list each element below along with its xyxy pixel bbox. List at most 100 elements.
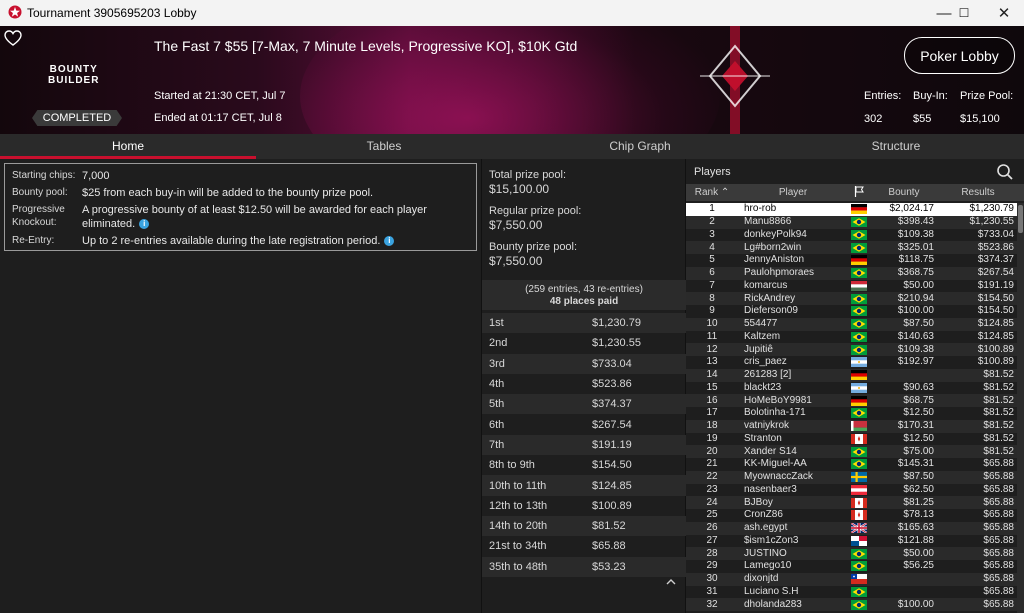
- payout-row: 2nd $1,230.55: [482, 333, 686, 353]
- player-row[interactable]: 32 dholanda283 $100.00 $65.88: [686, 598, 1018, 611]
- entries-line: (259 entries, 43 re-entries): [525, 284, 643, 295]
- player-row[interactable]: 6 Paulohpmoraes $368.75 $267.54: [686, 266, 1018, 280]
- player-bounty: $87.50: [903, 471, 934, 483]
- player-bounty: $368.75: [897, 267, 934, 279]
- payout-row: 10th to 11th $124.85: [482, 475, 686, 496]
- payout-row: 1st $1,230.79: [482, 313, 686, 334]
- player-row[interactable]: 9 Dieferson09 $100.00 $154.50: [686, 305, 1018, 318]
- payout-place: 14th to 20th: [489, 520, 548, 533]
- player-rank: 21: [706, 458, 718, 470]
- favorite-heart-icon[interactable]: [4, 30, 22, 46]
- player-row[interactable]: 28 JUSTINO $50.00 $65.88: [686, 547, 1018, 560]
- player-row[interactable]: 19 Stranton $12.50 $81.52: [686, 433, 1018, 446]
- player-row[interactable]: 20 Xander S14 $75.00 $81.52: [686, 445, 1018, 458]
- player-rank: 31: [706, 585, 718, 597]
- player-flag-cell: [848, 548, 870, 559]
- player-row[interactable]: 26 ash.egypt $165.63 $65.88: [686, 521, 1018, 535]
- player-flag-cell: [848, 370, 870, 381]
- player-bounty: $210.94: [897, 292, 934, 304]
- players-scrollbar[interactable]: [1017, 203, 1024, 613]
- player-result: $124.85: [977, 330, 1014, 342]
- player-row[interactable]: 24 BJBoy $81.25 $65.88: [686, 496, 1018, 509]
- player-row[interactable]: 29 Lamego10 $56.25 $65.88: [686, 560, 1018, 573]
- player-row[interactable]: 12 Jupitiê $109.38 $100.89: [686, 343, 1018, 356]
- player-row[interactable]: 15 blackt23 $90.63 $81.52: [686, 382, 1018, 395]
- player-column-header[interactable]: Player: [738, 187, 848, 198]
- country-flag-icon: [851, 204, 867, 215]
- players-panel: Players Rank ⌃ Player Bounty Results 1 hr…: [686, 159, 1024, 613]
- pko-text: A progressive bounty of at least $12.50 …: [82, 204, 427, 230]
- player-row[interactable]: 16 HoMeBoY9981 $68.75 $81.52: [686, 394, 1018, 407]
- player-flag-cell: [848, 204, 870, 215]
- country-flag-icon: [851, 370, 867, 381]
- player-rank: 32: [706, 598, 718, 610]
- info-icon[interactable]: i: [384, 236, 395, 247]
- player-result: $81.52: [983, 369, 1014, 381]
- player-row[interactable]: 2 Manu8866 $398.43 $1,230.55: [686, 215, 1018, 229]
- search-icon[interactable]: [996, 163, 1014, 181]
- player-row[interactable]: 27 $ism1cZon3 $121.88 $65.88: [686, 535, 1018, 548]
- rank-column-header[interactable]: Rank ⌃: [686, 187, 738, 198]
- start-time: Started at 21:30 CET, Jul 7: [154, 90, 286, 102]
- payout-place: 12th to 13th: [489, 499, 548, 512]
- player-rank: 30: [706, 573, 718, 585]
- player-result: $65.88: [983, 585, 1014, 597]
- pko-row: Progressive Knockout: A progressive boun…: [12, 203, 469, 231]
- tab-chip-graph[interactable]: Chip Graph: [512, 134, 768, 159]
- payout-row: 3rd $733.04: [482, 353, 686, 374]
- player-row[interactable]: 3 donkeyPolk94 $109.38 $733.04: [686, 229, 1018, 242]
- player-row[interactable]: 31 Luciano S.H $65.88: [686, 586, 1018, 599]
- player-rank: 7: [709, 279, 715, 291]
- tournament-name: The Fast 7 $55 [7-Max, 7 Minute Levels, …: [154, 38, 578, 54]
- close-button[interactable]: ✕: [984, 0, 1024, 26]
- player-bounty: $50.00: [903, 279, 934, 291]
- chevron-up-icon[interactable]: [666, 578, 676, 586]
- payout-amount: $1,230.55: [592, 337, 641, 350]
- player-row[interactable]: 22 MyownaccZack $87.50 $65.88: [686, 470, 1018, 484]
- results-column-header[interactable]: Results: [938, 187, 1018, 198]
- player-rank: 17: [706, 407, 718, 419]
- buyin-value: $55: [913, 113, 932, 125]
- player-result: $81.52: [983, 420, 1014, 432]
- scrollbar-thumb[interactable]: [1018, 205, 1023, 233]
- payout-list: 1st $1,230.79 2nd $1,230.55 3rd $733.04 4th $52…: [482, 313, 686, 577]
- player-row[interactable]: 17 Bolotinha-171 $12.50 $81.52: [686, 407, 1018, 420]
- bounty-column-header[interactable]: Bounty: [870, 187, 938, 198]
- tab-home[interactable]: Home: [0, 134, 256, 159]
- player-rank: 25: [706, 509, 718, 521]
- player-row[interactable]: 30 dixonjtd $65.88: [686, 572, 1018, 586]
- poker-lobby-button[interactable]: Poker Lobby: [904, 37, 1015, 74]
- player-row[interactable]: 10 554477 $87.50 $124.85: [686, 317, 1018, 331]
- tab-tables[interactable]: Tables: [256, 134, 512, 159]
- title-bar: Tournament 3905695203 Lobby — ☐ ✕: [0, 0, 1024, 26]
- player-flag-cell: [848, 446, 870, 457]
- places-paid-line: 48 places paid: [549, 296, 619, 307]
- country-flag-icon: [851, 357, 867, 368]
- maximize-button[interactable]: ☐: [944, 0, 984, 26]
- player-row[interactable]: 18 vatniykrok $170.31 $81.52: [686, 419, 1018, 433]
- player-row[interactable]: 25 CronZ86 $78.13 $65.88: [686, 509, 1018, 522]
- player-row[interactable]: 11 Kaltzem $140.63 $124.85: [686, 331, 1018, 344]
- player-flag-cell: [848, 472, 870, 483]
- player-bounty: $118.75: [898, 254, 934, 266]
- tab-structure[interactable]: Structure: [768, 134, 1024, 159]
- info-icon[interactable]: i: [139, 219, 150, 230]
- player-row[interactable]: 14 261283 [2] $81.52: [686, 368, 1018, 382]
- player-row[interactable]: 23 nasenbaer3 $62.50 $65.88: [686, 484, 1018, 497]
- player-result: $191.19: [977, 279, 1014, 291]
- player-row[interactable]: 13 cris_paez $192.97 $100.89: [686, 356, 1018, 369]
- country-flag-icon: [851, 561, 867, 572]
- player-row[interactable]: 21 KK-Miguel-AA $145.31 $65.88: [686, 458, 1018, 471]
- flag-column-header[interactable]: [848, 185, 870, 200]
- payout-amount: $733.04: [592, 357, 632, 370]
- player-row[interactable]: 5 JennyAniston $118.75 $374.37: [686, 254, 1018, 267]
- payout-row: 7th $191.19: [482, 434, 686, 456]
- player-flag-cell: [848, 242, 870, 253]
- player-row[interactable]: 7 komarcus $50.00 $191.19: [686, 280, 1018, 293]
- player-row[interactable]: 1 hro-rob $2,024.17 $1,230.79: [686, 203, 1018, 216]
- player-result: $100.89: [977, 343, 1014, 355]
- player-row[interactable]: 4 Lg#born2win $325.01 $523.86: [686, 241, 1018, 254]
- player-row[interactable]: 8 RickAndrey $210.94 $154.50: [686, 292, 1018, 305]
- sort-ascending-icon: ⌃: [720, 187, 730, 198]
- player-name: KK-Miguel-AA: [744, 458, 807, 470]
